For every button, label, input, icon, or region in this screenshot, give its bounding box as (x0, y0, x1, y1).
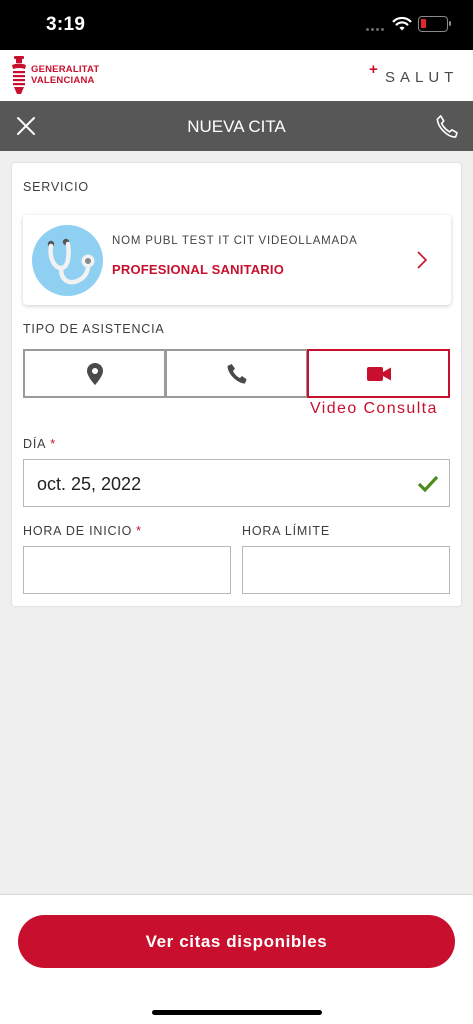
end-time-field[interactable] (242, 546, 450, 594)
battery-low-icon (418, 16, 451, 32)
assist-type-label: TIPO DE ASISTENCIA (23, 322, 165, 336)
assist-selected-caption: Video Consulta (310, 400, 438, 417)
start-time-field[interactable] (23, 546, 231, 594)
gv-line1: GENERALITAT (31, 64, 100, 75)
gv-line2: VALENCIANA (31, 74, 95, 86)
day-field[interactable]: oct. 25, 2022 (23, 459, 450, 507)
start-time-label: HORA DE INICIO * (23, 524, 142, 538)
view-available-appointments-button[interactable]: Ver citas disponibles (18, 915, 455, 968)
page-title: NUEVA CITA (187, 117, 286, 136)
required-mark: * (136, 524, 142, 538)
start-time-label-text: HORA DE INICIO (23, 524, 133, 538)
service-role: PROFESIONAL SANITARIO (112, 262, 285, 277)
required-mark: * (50, 437, 56, 451)
home-indicator (152, 1010, 322, 1015)
location-pin-icon (86, 362, 103, 385)
signal-icon (366, 28, 384, 31)
salut-plus: + (369, 61, 378, 78)
generalitat-wordmark: GENERALITAT VALENCIANA (31, 64, 100, 86)
service-label: SERVICIO (23, 180, 89, 194)
phone-icon[interactable] (432, 113, 462, 141)
day-label: DÍA * (23, 437, 56, 451)
checkmark-icon (417, 475, 439, 493)
video-camera-icon (366, 366, 391, 381)
day-value: oct. 25, 2022 (37, 474, 142, 494)
assist-phone-button[interactable] (165, 349, 308, 398)
nav-bar: NUEVA CITA (0, 101, 473, 151)
end-time-label: HORA LÍMITE (242, 524, 330, 538)
status-bar: 3:19 (0, 0, 473, 50)
assist-video-button[interactable] (307, 349, 450, 398)
service-name: NOM PUBL TEST IT CIT VIDEOLLAMADA (112, 235, 358, 247)
wifi-icon (392, 16, 412, 31)
chevron-right-icon (417, 251, 428, 269)
generalitat-logo-icon (12, 56, 26, 94)
service-selector[interactable]: NOM PUBL TEST IT CIT VIDEOLLAMADA PROFES… (23, 215, 451, 305)
appointment-form: SERVICIO NOM PUBL TEST IT CIT VIDEOLLAMA… (12, 163, 461, 606)
salut-wordmark: SALUT (385, 69, 459, 86)
phone-icon (227, 363, 247, 384)
bottom-bar: Ver citas disponibles (0, 894, 473, 1024)
day-label-text: DÍA (23, 437, 47, 451)
assist-in-person-button[interactable] (23, 349, 166, 398)
status-time: 3:19 (46, 14, 86, 35)
stethoscope-icon (32, 225, 103, 296)
brand-bar: GENERALITAT VALENCIANA + SALUT (0, 50, 473, 101)
